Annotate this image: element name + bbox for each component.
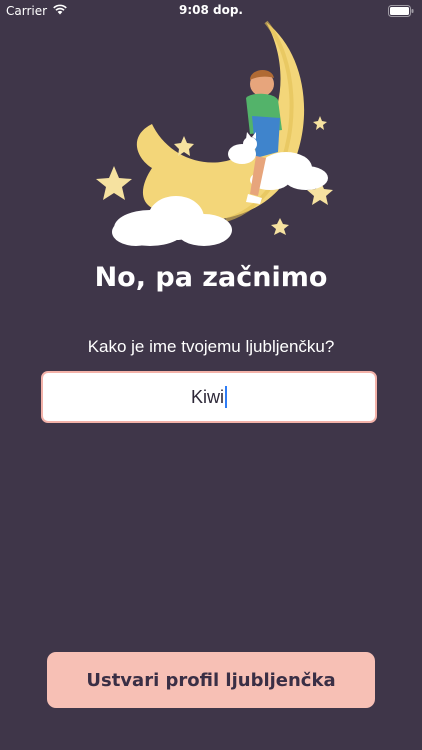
create-pet-profile-button[interactable]: Ustvari profil ljubljenčka: [47, 652, 375, 708]
star-icon: [96, 166, 132, 200]
onboarding-screen: Carrier 9:08 dop. No, pa začnimo Kako je…: [0, 0, 422, 750]
moon-illustration: [80, 18, 350, 258]
pet-name-input[interactable]: Kiwi: [41, 371, 377, 423]
create-pet-profile-label: Ustvari profil ljubljenčka: [86, 669, 336, 691]
pet-name-value: Kiwi: [190, 386, 224, 407]
status-time: 9:08 dop.: [178, 3, 243, 17]
battery-icon: [388, 5, 414, 20]
text-caret: [225, 386, 227, 408]
star-icon: [313, 116, 327, 130]
star-icon: [271, 218, 289, 235]
cat-figure: [228, 132, 257, 164]
page-title: No, pa začnimo: [94, 262, 328, 293]
pet-name-question: Kako je ime tvojemu ljubljenčku?: [87, 337, 335, 356]
